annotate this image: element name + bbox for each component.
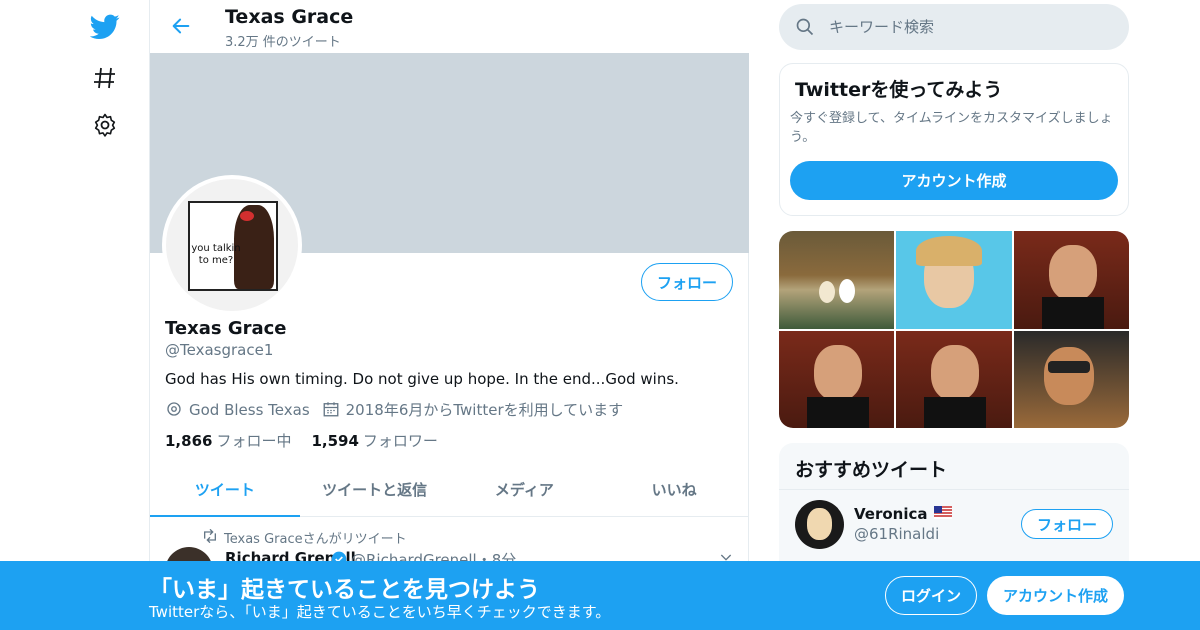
create-account-button[interactable]: アカウント作成	[790, 161, 1118, 200]
avatar-face-shape	[807, 508, 832, 540]
tab-likes[interactable]: いいね	[599, 463, 749, 516]
profile-joined: 2018年6月からTwitterを利用しています	[345, 401, 624, 419]
chicken-shape	[819, 281, 835, 303]
search-input[interactable]	[829, 18, 1109, 36]
profile-handle: @Texasgrace1	[165, 341, 274, 359]
recommended-title: おすすめツイート	[795, 459, 948, 481]
media-thumbnail[interactable]	[779, 330, 895, 428]
login-button[interactable]: ログイン	[885, 576, 977, 615]
chicken-shape	[839, 279, 855, 303]
left-nav	[0, 0, 150, 630]
media-thumbnail[interactable]	[896, 330, 1012, 428]
profile-location: God Bless Texas	[189, 400, 310, 419]
media-thumbnail[interactable]	[1013, 231, 1129, 329]
calendar-icon	[322, 400, 342, 420]
profile-avatar[interactable]: you talkin to me?	[162, 175, 302, 315]
signup-card-title: Twitterを使ってみよう	[795, 79, 1003, 101]
recommended-user-handle: @61Rinaldi	[854, 525, 940, 543]
avatar-caption: you talkin to me?	[191, 243, 241, 266]
avatar-image-frame: you talkin to me?	[188, 201, 278, 291]
twitter-bird-icon[interactable]	[90, 12, 120, 42]
hair-shape	[916, 236, 983, 266]
media-thumbnail[interactable]	[1013, 330, 1129, 428]
profile-header: Texas Grace 3.2万 件のツイート	[150, 0, 749, 53]
profile-meta: God Bless Texas 2018年6月からTwitterを利用しています	[165, 399, 623, 420]
recommended-user-avatar[interactable]	[795, 500, 844, 549]
tab-media[interactable]: メディア	[450, 463, 600, 516]
signup-bottom-bar: 「いま」起きていることを見つけよう Twitterなら、「いま」起きていることを…	[0, 561, 1200, 630]
search-icon	[795, 17, 815, 37]
face-shape	[1043, 346, 1094, 405]
settings-gear-icon[interactable]	[90, 110, 120, 140]
hashtag-icon[interactable]	[90, 63, 120, 93]
media-thumbnail[interactable]	[896, 231, 1012, 329]
sunglasses-shape	[1047, 360, 1090, 373]
tab-tweets[interactable]: ツイート	[150, 463, 300, 517]
tab-tweets-and-replies[interactable]: ツイートと返信	[300, 463, 450, 516]
face-shape	[931, 344, 980, 401]
face-shape	[814, 344, 862, 401]
search-box[interactable]	[779, 4, 1129, 50]
media-thumbnail[interactable]	[779, 231, 895, 329]
us-flag-icon	[933, 505, 952, 523]
bottom-bar-subtitle: Twitterなら、「いま」起きていることをいち早くチェックできます。	[149, 603, 611, 621]
chicken-comb	[240, 211, 254, 221]
retweet-text: Texas Graceさんがリツイート	[224, 532, 407, 547]
robe-shape	[924, 396, 987, 428]
profile-tabs: ツイート ツイートと返信 メディア いいね	[150, 463, 749, 517]
bottom-bar-title: 「いま」起きていることを見つけよう	[149, 577, 540, 603]
divider	[779, 489, 1129, 490]
profile-bio: God has His own timing. Do not give up h…	[165, 370, 679, 388]
media-grid	[779, 231, 1129, 428]
face-shape	[1048, 245, 1097, 301]
location-pin-icon	[165, 400, 185, 420]
header-title: Texas Grace	[225, 6, 354, 28]
bottom-signup-button[interactable]: アカウント作成	[987, 576, 1124, 615]
main-column: Texas Grace 3.2万 件のツイート you talkin to me…	[149, 0, 749, 630]
follow-button[interactable]: フォロー	[641, 263, 733, 301]
tweet-count: 3.2万 件のツイート	[225, 35, 341, 50]
signup-card: Twitterを使ってみよう 今すぐ登録して、タイムラインをカスタマイズしましょ…	[779, 63, 1129, 216]
retweet-indicator: Texas Graceさんがリツイート	[202, 528, 407, 547]
robe-shape	[1041, 297, 1104, 329]
back-arrow-icon[interactable]	[168, 13, 194, 39]
following-stat[interactable]: 1,866 フォロー中	[165, 430, 291, 451]
signup-card-description: 今すぐ登録して、タイムラインをカスタマイズしましょう。	[790, 111, 1113, 145]
follow-counts: 1,866 フォロー中 1,594 フォロワー	[165, 430, 438, 451]
retweet-icon	[202, 528, 218, 547]
robe-shape	[807, 396, 869, 428]
recommended-user-name[interactable]: Veronica	[854, 505, 952, 523]
recommended-follow-button[interactable]: フォロー	[1021, 509, 1113, 539]
followers-stat[interactable]: 1,594 フォロワー	[311, 430, 437, 451]
profile-name: Texas Grace	[165, 318, 287, 339]
